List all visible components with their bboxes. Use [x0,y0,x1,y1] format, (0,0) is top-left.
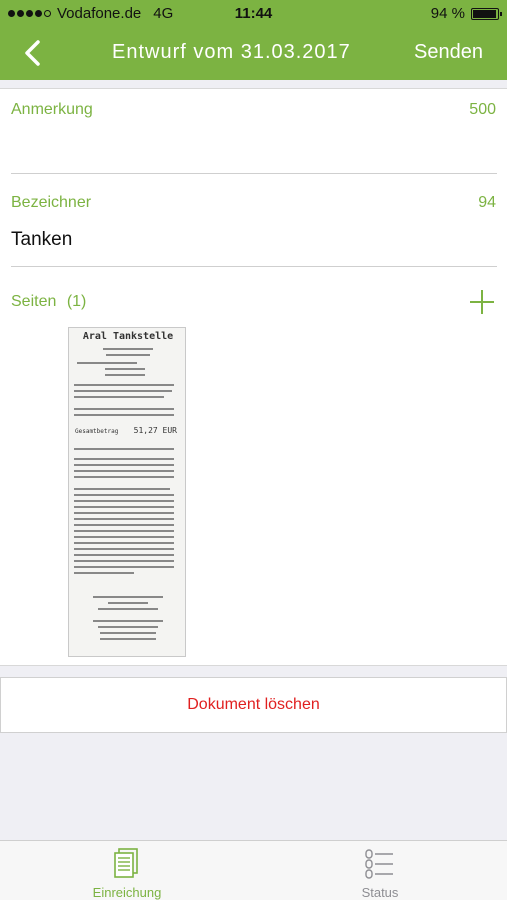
pages-label-text: Seiten [11,293,57,310]
tab-bar: Einreichung Status [0,840,507,900]
navigation-bar: Entwurf vom 31.03.2017 Senden [0,28,507,80]
battery-icon [471,7,502,20]
tab-status-label: Status [361,885,399,900]
add-page-icon[interactable] [470,290,494,314]
pages-count: (1) [66,293,87,310]
send-button[interactable]: Senden [414,41,483,64]
receipt-thumbnail[interactable]: Aral Tankstelle Gesamtbetrag 51,27 EUR [68,327,186,657]
bezeichner-label: Bezeichner [11,194,92,211]
anmerkung-label: Anmerkung [11,101,93,118]
status-list-icon [365,849,393,879]
receipt-station: Aral Tankstelle [82,331,174,342]
bezeichner-char-count: 94 [478,194,496,211]
divider [11,266,497,267]
tab-einreichung[interactable]: Einreichung [47,841,207,900]
anmerkung-char-count: 500 [469,101,496,118]
back-chevron-icon[interactable] [18,38,48,68]
status-bar: Vodafone.de 4G 11:44 94 % [0,0,507,28]
bezeichner-input[interactable]: Tanken [11,229,72,251]
receipt-total-label: Gesamtbetrag [75,428,119,435]
document-stack-icon [114,848,138,878]
battery-percent: 94 % [430,5,465,22]
anmerkung-input[interactable] [11,127,497,167]
draft-form: Anmerkung 500 Bezeichner 94 Tanken Seite… [0,88,507,666]
receipt-total-amount: 51,27 EUR [133,426,177,435]
battery-status: 94 % [430,5,502,22]
pages-label: Seiten (1) [11,293,86,311]
divider [11,173,497,174]
tab-status[interactable]: Status [300,841,460,900]
page-title: Entwurf vom 31.03.2017 [112,41,351,63]
tab-einreichung-label: Einreichung [92,885,162,900]
delete-document-button[interactable]: Dokument löschen [0,677,507,733]
